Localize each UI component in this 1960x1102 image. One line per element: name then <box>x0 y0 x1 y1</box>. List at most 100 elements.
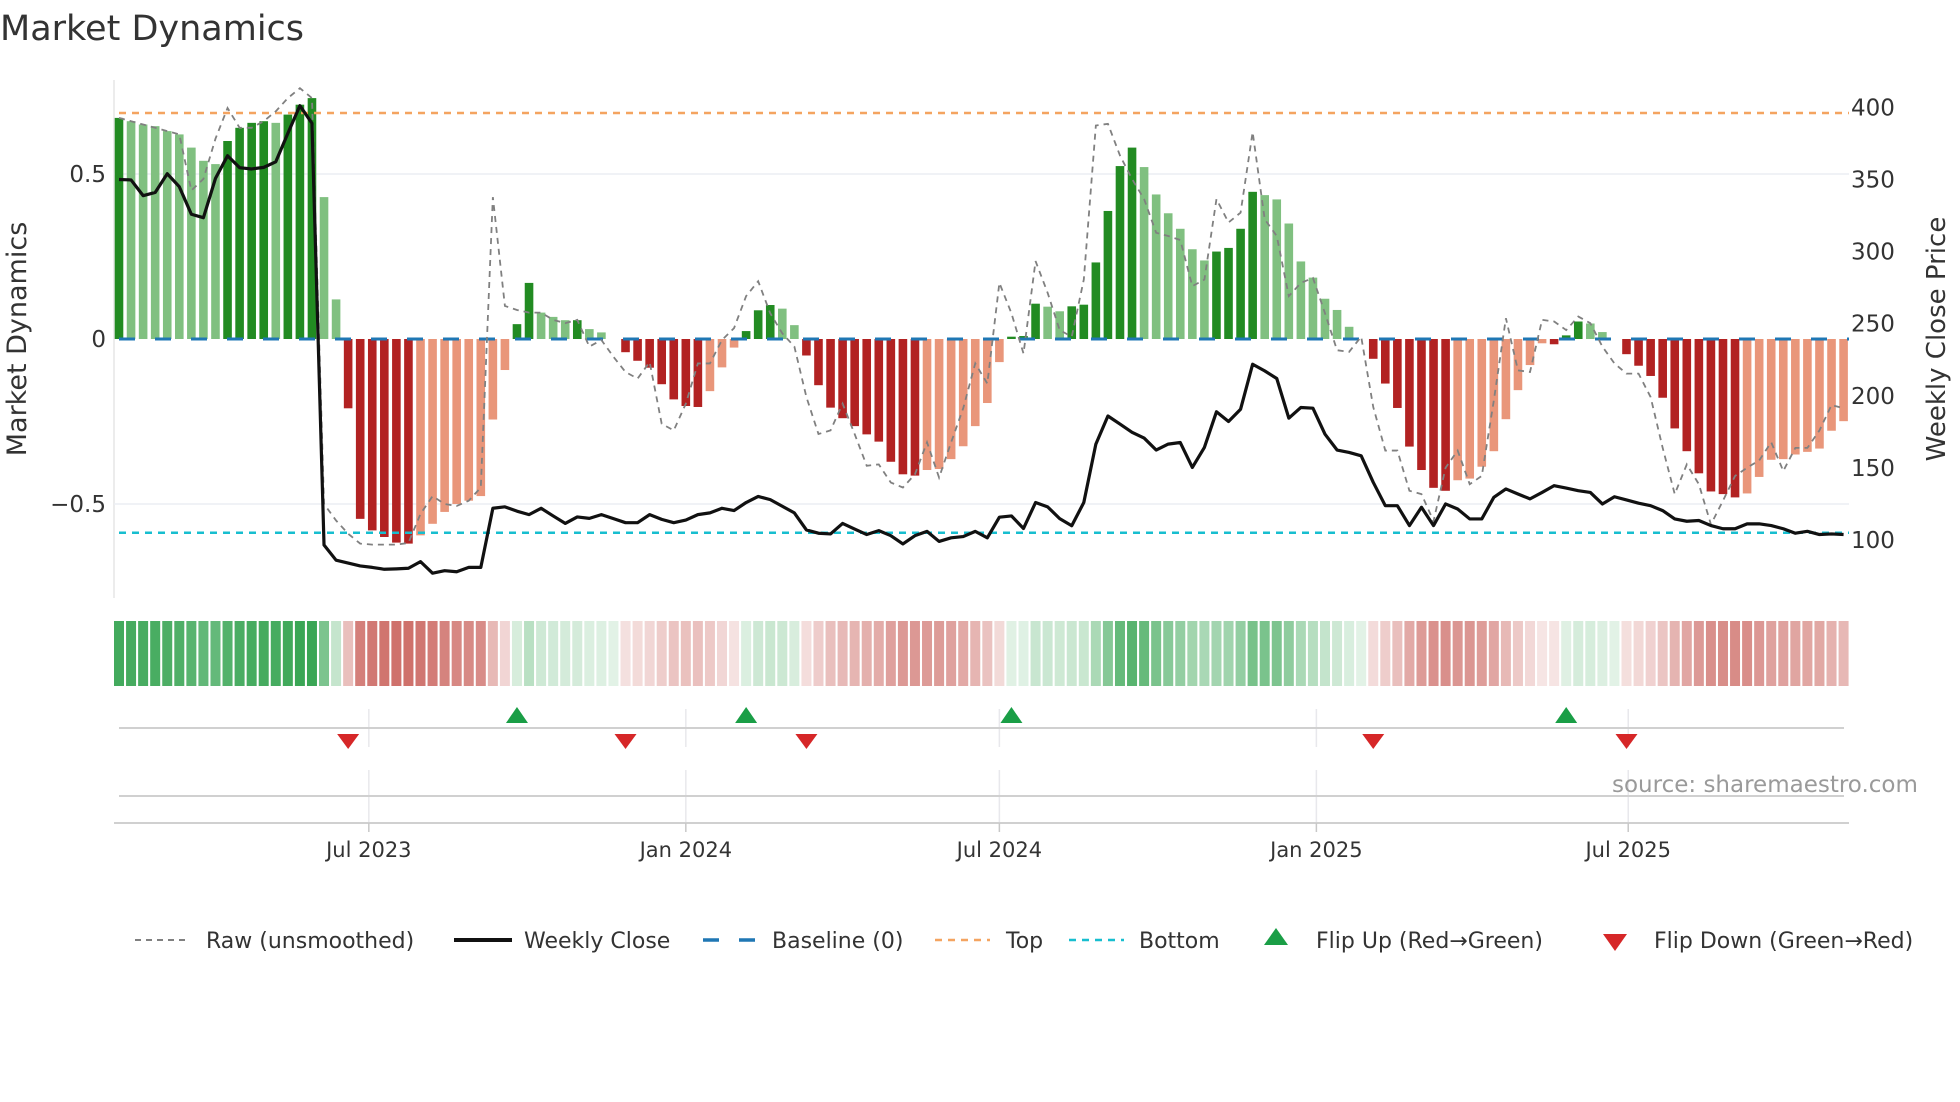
strip-cell <box>427 621 438 686</box>
strip-cell <box>1066 621 1077 686</box>
bar <box>162 131 172 339</box>
strip-cell <box>656 621 667 686</box>
bar <box>1091 262 1101 339</box>
bar <box>1115 166 1125 339</box>
legend-item-bottom[interactable]: Bottom <box>1069 929 1220 954</box>
legend-item-close[interactable]: Weekly Close <box>454 929 670 954</box>
strip-cell <box>186 621 197 686</box>
strip-cell <box>982 621 993 686</box>
strip-cell <box>1392 621 1403 686</box>
strip-cell <box>1139 621 1150 686</box>
bar <box>1405 339 1414 447</box>
bar <box>488 339 498 420</box>
strip-cell <box>946 621 957 686</box>
bar <box>970 339 980 427</box>
flip-down-marker <box>614 734 637 749</box>
bar <box>995 339 1004 363</box>
flip-down-marker <box>1362 734 1385 749</box>
bar <box>1417 339 1426 471</box>
legend-item-top[interactable]: Top <box>935 929 1043 954</box>
strip-cell <box>463 621 474 686</box>
strip-cell <box>1054 621 1065 686</box>
strip-cell <box>246 621 257 686</box>
strip-cell <box>1826 621 1837 686</box>
x-tick-label: Jul 2023 <box>324 838 411 862</box>
strip-cell <box>849 621 860 686</box>
flip-up-marker <box>1000 707 1023 723</box>
strip-cell <box>355 621 366 686</box>
strip-cell <box>1042 621 1053 686</box>
strip-cell <box>704 621 715 686</box>
strip-cell <box>1114 621 1125 686</box>
strip-cell <box>1633 621 1644 686</box>
raw-line <box>118 87 1844 546</box>
strip-cell <box>294 621 305 686</box>
bar <box>126 121 136 339</box>
strip-cell <box>1428 621 1439 686</box>
strip-cell <box>1175 621 1186 686</box>
strip-cell <box>1730 621 1741 686</box>
bar <box>621 339 630 353</box>
bar <box>1429 339 1438 488</box>
strip-cell <box>789 621 800 686</box>
strip-cell <box>451 621 462 686</box>
strip-cell <box>1235 621 1246 686</box>
strip-cell <box>548 621 559 686</box>
bar <box>150 126 160 340</box>
flip-up-marker <box>1555 707 1578 723</box>
bar <box>524 282 534 339</box>
bar <box>814 339 823 386</box>
x-axis-ticks: Jul 2023 Jan 2024 Jul 2024 Jan 2025 Jul 2025 <box>324 823 1671 862</box>
right-tick-label: 150 <box>1851 456 1895 482</box>
strip-cell <box>777 621 788 686</box>
bar <box>343 339 353 409</box>
strip-cell <box>1464 621 1475 686</box>
bar <box>1079 304 1089 339</box>
legend-item-flip-up[interactable]: Flip Up (Red→Green) <box>1264 928 1543 954</box>
flip-up-marker <box>735 707 758 723</box>
strip-cell <box>1199 621 1210 686</box>
left-tick-label: 0 <box>91 327 106 353</box>
bar <box>1320 298 1330 339</box>
bar <box>1791 339 1800 455</box>
source-label: source: sharemaestro.com <box>1612 772 1918 798</box>
bar <box>1694 339 1704 474</box>
bar <box>1622 339 1631 355</box>
left-axis-label: Market Dynamics <box>2 222 33 457</box>
strip-cell <box>1573 621 1584 686</box>
bar <box>319 197 329 339</box>
strip-cell <box>1211 621 1222 686</box>
legend-item-baseline[interactable]: Baseline (0) <box>703 929 903 954</box>
legend-item-raw[interactable]: Raw (unsmoothed) <box>135 929 414 954</box>
strip-cell <box>379 621 390 686</box>
bar <box>1272 199 1282 339</box>
flip-up-marker <box>505 707 528 723</box>
strip-cell <box>174 621 185 686</box>
strip-cell <box>415 621 426 686</box>
strip-cell <box>1681 621 1692 686</box>
bar <box>1706 339 1716 492</box>
strip-cell <box>1332 621 1343 686</box>
bar <box>874 339 884 442</box>
strip-cell <box>1018 621 1029 686</box>
strip-cell <box>1500 621 1511 686</box>
bar <box>1573 321 1583 339</box>
strip-cell <box>1802 621 1813 686</box>
strip-cell <box>958 621 969 686</box>
bar <box>657 339 666 385</box>
legend-item-flip-down[interactable]: Flip Down (Green→Red) <box>1603 929 1913 954</box>
bar <box>1682 339 1692 452</box>
legend-flip-up-label: Flip Up (Red→Green) <box>1316 929 1543 954</box>
strip-cell <box>1537 621 1548 686</box>
strip-cell <box>1512 621 1523 686</box>
bar <box>1103 210 1113 339</box>
bar <box>958 339 968 447</box>
bar <box>1658 339 1667 398</box>
strip-cell <box>511 621 522 686</box>
bar <box>114 117 124 340</box>
bar <box>1055 311 1064 339</box>
strip-cell <box>897 621 908 686</box>
strip-cell <box>909 621 920 686</box>
legend-flip-down-label: Flip Down (Green→Red) <box>1654 929 1913 954</box>
chart-title: Market Dynamics <box>0 9 304 49</box>
